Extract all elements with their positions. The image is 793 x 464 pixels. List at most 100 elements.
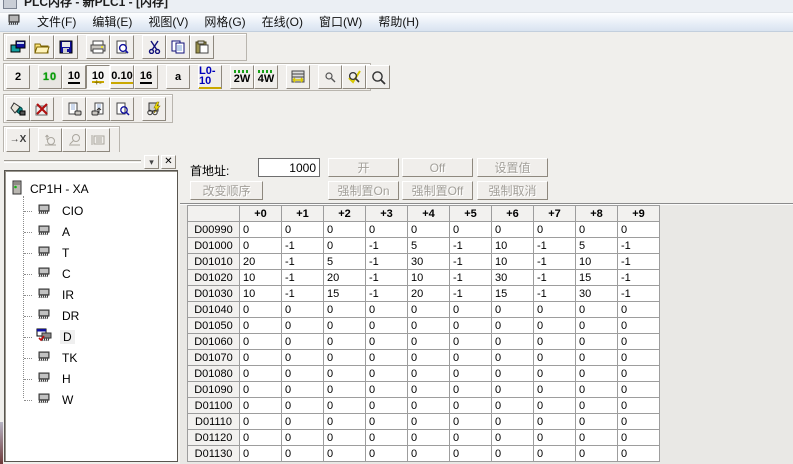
memory-cell[interactable]: 0 [240, 222, 282, 238]
memory-cell[interactable]: 0 [408, 446, 450, 462]
menu-help[interactable]: 帮助(H) [370, 14, 427, 31]
memory-cell[interactable]: 0 [576, 398, 618, 414]
column-header[interactable]: +5 [450, 206, 492, 222]
memory-cell[interactable]: 0 [492, 302, 534, 318]
memory-cell[interactable]: 0 [618, 382, 660, 398]
memory-cell[interactable]: 15 [576, 270, 618, 286]
row-header[interactable]: D01100 [188, 398, 240, 414]
open-button[interactable] [30, 35, 54, 59]
display-4-words-button[interactable]: 4W [254, 65, 278, 89]
clear-memory-button[interactable] [30, 97, 54, 121]
memory-cell[interactable]: 0 [324, 318, 366, 334]
force-cancel-button[interactable]: 强制取消 [477, 181, 548, 200]
memory-cell[interactable]: 0 [408, 398, 450, 414]
row-header[interactable]: D01110 [188, 414, 240, 430]
memory-cell[interactable]: 0 [366, 318, 408, 334]
row-header[interactable]: D01030 [188, 286, 240, 302]
memory-cell[interactable]: 0 [618, 334, 660, 350]
memory-cell[interactable]: 0 [408, 366, 450, 382]
memory-cell[interactable]: 0 [324, 398, 366, 414]
memory-cell[interactable]: 0 [366, 302, 408, 318]
tree-item-dr[interactable]: DR [19, 305, 177, 326]
memory-cell[interactable]: 0 [534, 222, 576, 238]
memory-cell[interactable]: -1 [618, 238, 660, 254]
online-monitor-button[interactable] [142, 97, 166, 121]
tree-item-a[interactable]: A [19, 221, 177, 242]
row-header[interactable]: D01070 [188, 350, 240, 366]
memory-cell[interactable]: 0 [576, 334, 618, 350]
memory-cell[interactable]: -1 [366, 286, 408, 302]
dropdown-button[interactable]: ▾ [144, 155, 159, 169]
memory-cell[interactable]: 0 [450, 446, 492, 462]
memory-cell[interactable]: 10 [408, 270, 450, 286]
memory-cell[interactable]: 10 [492, 254, 534, 270]
memory-cell[interactable]: 0 [450, 398, 492, 414]
memory-cell[interactable]: 0 [618, 414, 660, 430]
memory-cell[interactable]: 0 [618, 222, 660, 238]
print-button[interactable] [86, 35, 110, 59]
memory-cell[interactable]: 0 [408, 222, 450, 238]
memory-cell[interactable]: 0 [240, 238, 282, 254]
memory-cell[interactable]: -1 [534, 238, 576, 254]
close-icon[interactable]: ✕ [161, 155, 176, 169]
memory-cell[interactable]: 0 [534, 318, 576, 334]
row-header[interactable]: D01020 [188, 270, 240, 286]
column-header[interactable]: +0 [240, 206, 282, 222]
memory-cell[interactable]: 0 [618, 350, 660, 366]
memory-cell[interactable]: 0 [408, 318, 450, 334]
zoom-large-button[interactable] [366, 65, 390, 89]
memory-cell[interactable]: 0 [534, 350, 576, 366]
row-header[interactable]: D00990 [188, 222, 240, 238]
memory-cell[interactable]: 0 [282, 414, 324, 430]
memory-cell[interactable]: 20 [408, 286, 450, 302]
memory-cell[interactable]: 0 [618, 446, 660, 462]
transfer-from-plc-button[interactable] [86, 97, 110, 121]
memory-cell[interactable]: -1 [618, 254, 660, 270]
memory-cell[interactable]: 10 [240, 270, 282, 286]
on-button[interactable]: 开 [328, 158, 399, 177]
transfer-to-plc-button[interactable] [62, 97, 86, 121]
memory-cell[interactable]: 0 [450, 302, 492, 318]
memory-cell[interactable]: 0 [492, 350, 534, 366]
memory-cell[interactable]: -1 [366, 270, 408, 286]
memory-cell[interactable]: 15 [324, 286, 366, 302]
tree-item-h[interactable]: H [19, 368, 177, 389]
change-order-button[interactable]: 改变顺序 [190, 181, 263, 200]
memory-cell[interactable]: 0 [282, 222, 324, 238]
memory-cell[interactable]: 0 [282, 398, 324, 414]
display-bcd-button[interactable]: 10 [38, 65, 62, 89]
memory-cell[interactable]: -1 [450, 270, 492, 286]
memory-cell[interactable]: 0 [324, 414, 366, 430]
memory-cell[interactable]: 0 [492, 446, 534, 462]
memory-cell[interactable]: 0 [240, 318, 282, 334]
memory-cell[interactable]: 0 [366, 414, 408, 430]
menu-file[interactable]: 文件(F) [29, 14, 84, 31]
memory-cell[interactable]: 0 [282, 302, 324, 318]
memory-cell[interactable]: 0 [240, 398, 282, 414]
memory-cell[interactable]: 0 [450, 334, 492, 350]
row-header[interactable]: D01120 [188, 430, 240, 446]
column-width-button[interactable] [286, 65, 310, 89]
display-hex-button[interactable]: 16 [134, 65, 158, 89]
zoom-small-button[interactable] [318, 65, 342, 89]
memory-cell[interactable]: 0 [282, 334, 324, 350]
memory-cell[interactable]: 0 [534, 366, 576, 382]
memory-cell[interactable]: 0 [240, 414, 282, 430]
memory-cell[interactable]: -1 [618, 286, 660, 302]
memory-cell[interactable]: 0 [450, 318, 492, 334]
memory-cell[interactable]: 0 [576, 350, 618, 366]
memory-cell[interactable]: 20 [240, 254, 282, 270]
memory-cell[interactable]: 0 [282, 430, 324, 446]
memory-cell[interactable]: 0 [240, 350, 282, 366]
memory-cell[interactable]: 0 [450, 430, 492, 446]
start-address-input[interactable] [258, 158, 320, 177]
memory-cell[interactable]: 0 [534, 334, 576, 350]
memory-cell[interactable]: 0 [324, 302, 366, 318]
save-button[interactable] [54, 35, 78, 59]
row-header[interactable]: D01010 [188, 254, 240, 270]
column-header[interactable]: +4 [408, 206, 450, 222]
memory-cell[interactable]: 0 [366, 446, 408, 462]
memory-cell[interactable]: -1 [282, 270, 324, 286]
memory-cell[interactable]: 0 [240, 366, 282, 382]
display-long-decimal-button[interactable]: L0-10 [198, 65, 222, 89]
